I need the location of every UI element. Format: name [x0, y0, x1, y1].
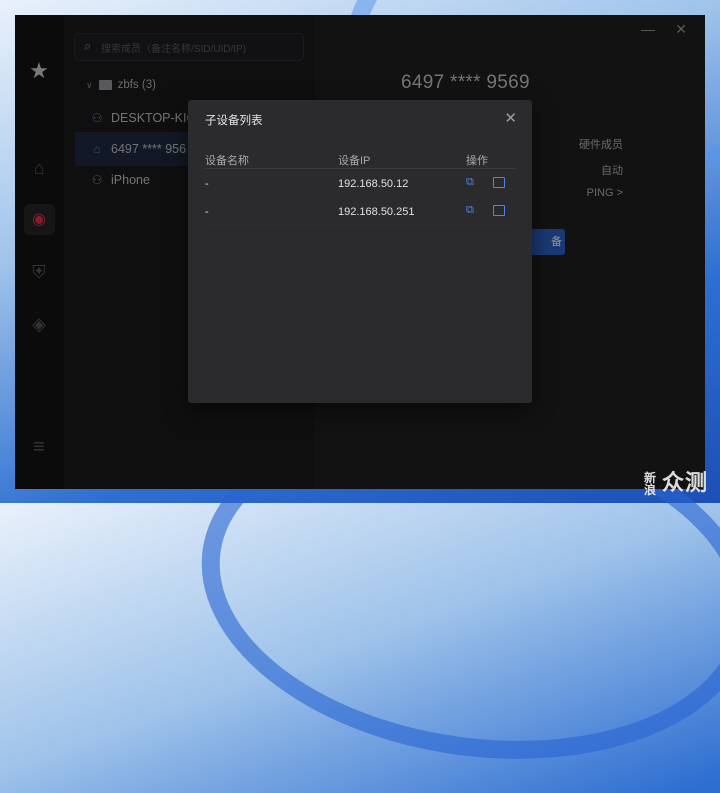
column-header-actions: 操作 — [466, 155, 488, 167]
column-header-name: 设备名称 — [205, 155, 249, 167]
cell-device-ip: 192.168.50.12 — [338, 178, 409, 190]
cell-device-ip: 192.168.50.251 — [338, 206, 415, 218]
open-external-icon[interactable]: ⧉ — [466, 177, 478, 188]
terminal-icon[interactable] — [493, 205, 505, 216]
cell-device-name: - — [205, 178, 209, 190]
dialog-title: 子设备列表 — [205, 115, 263, 127]
watermark: 新浪 众测 — [644, 465, 708, 497]
terminal-icon[interactable] — [493, 177, 505, 188]
table-header: 设备名称 设备IP 操作 — [205, 148, 516, 169]
subdevice-list-dialog: 子设备列表 ✕ 设备名称 设备IP 操作 - 192.168.50.12 ⧉ -… — [188, 100, 532, 403]
dialog-close-icon[interactable]: ✕ — [504, 109, 517, 127]
watermark-small: 新浪 — [643, 471, 657, 498]
subdevice-table: 设备名称 设备IP 操作 - 192.168.50.12 ⧉ - 192.168… — [205, 148, 516, 225]
table-row: - 192.168.50.12 ⧉ — [205, 169, 516, 197]
open-external-icon[interactable]: ⧉ — [466, 205, 478, 216]
watermark-big: 众测 — [661, 470, 708, 495]
column-header-ip: 设备IP — [338, 155, 371, 167]
cell-device-name: - — [205, 206, 209, 218]
table-row: - 192.168.50.251 ⧉ — [205, 197, 516, 225]
